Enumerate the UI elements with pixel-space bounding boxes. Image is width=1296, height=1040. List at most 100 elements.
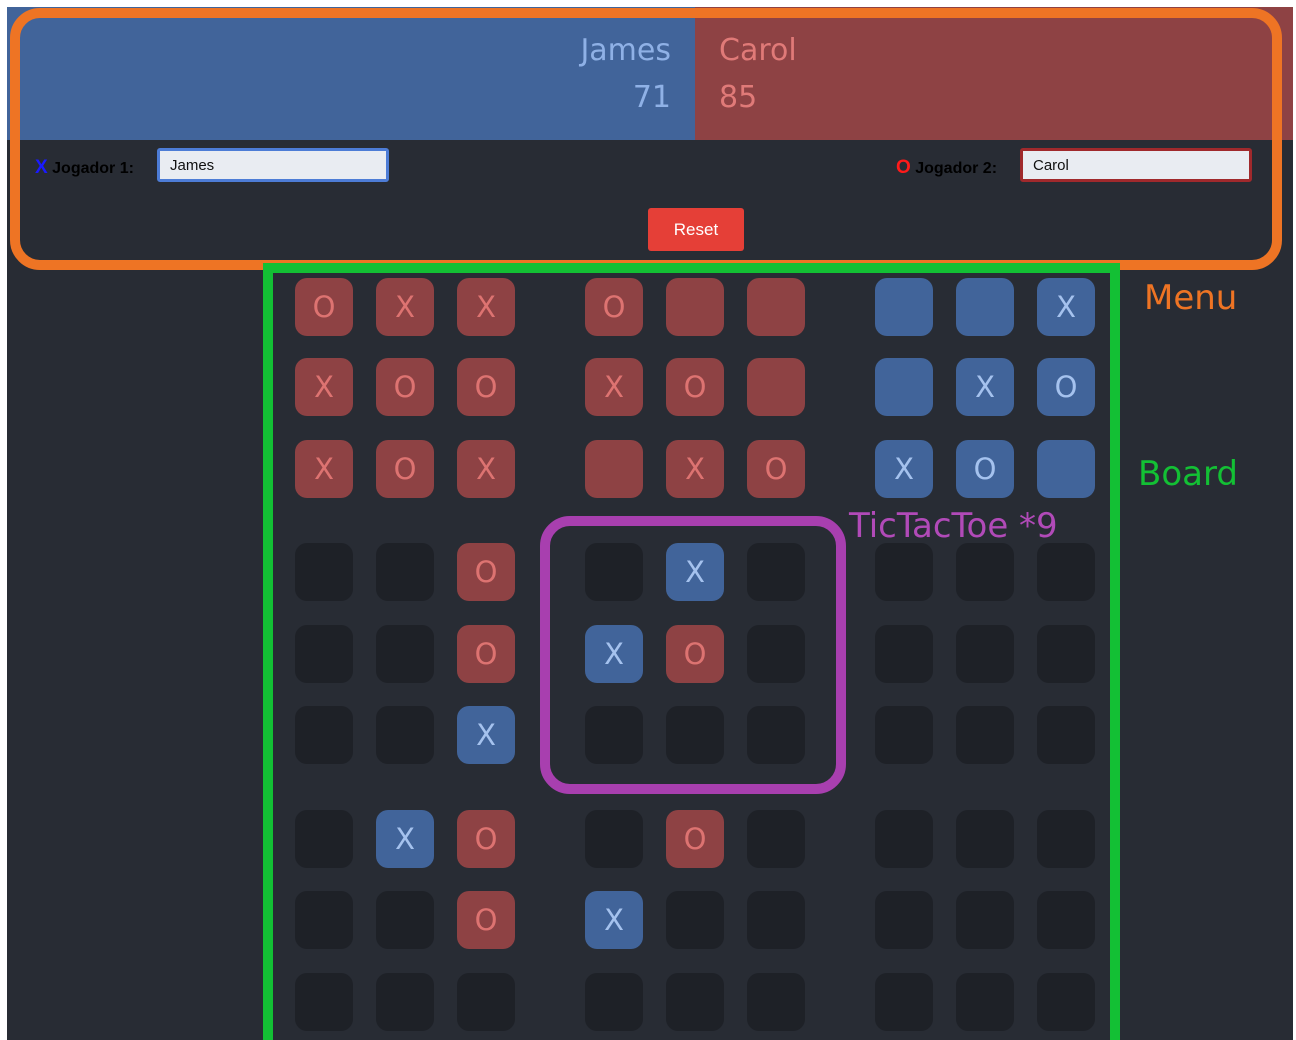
board-1-cell-2[interactable]: X [376, 278, 434, 336]
board-4-cell-9[interactable]: X [457, 706, 515, 764]
board-9-cell-1[interactable] [875, 810, 933, 868]
board-5-cell-7[interactable] [585, 706, 643, 764]
board-1-cell-9[interactable]: X [457, 440, 515, 498]
board-3-cell-7[interactable]: X [875, 440, 933, 498]
board-6-cell-8[interactable] [956, 706, 1014, 764]
board-4-cell-2[interactable] [376, 543, 434, 601]
board-1-cell-5[interactable]: O [376, 358, 434, 416]
board-9-cell-8[interactable] [956, 973, 1014, 1031]
board-1-cell-8[interactable]: O [376, 440, 434, 498]
board-4-cell-4[interactable] [295, 625, 353, 683]
o-mark-icon: O [896, 157, 911, 178]
board-9-cell-5[interactable] [956, 891, 1014, 949]
board-7-cell-5[interactable] [376, 891, 434, 949]
board-1-cell-4[interactable]: X [295, 358, 353, 416]
board-9-cell-3[interactable] [1037, 810, 1095, 868]
board-5-cell-1[interactable] [585, 543, 643, 601]
board-6-cell-5[interactable] [956, 625, 1014, 683]
board-8-cell-4[interactable]: X [585, 891, 643, 949]
board-2-cell-1[interactable]: O [585, 278, 643, 336]
board-3-cell-6[interactable]: O [1037, 358, 1095, 416]
board-9-cell-7[interactable] [875, 973, 933, 1031]
board-4-cell-5[interactable] [376, 625, 434, 683]
x-mark-icon: X [35, 157, 48, 178]
board-4-cell-8[interactable] [376, 706, 434, 764]
board-5-cell-6[interactable] [747, 625, 805, 683]
board-4-cell-1[interactable] [295, 543, 353, 601]
player-2-label: O Jogador 2: [896, 158, 997, 179]
board-8-cell-2[interactable]: O [666, 810, 724, 868]
player-1-name-input[interactable] [157, 148, 389, 182]
board-annotation-label: Board [1138, 454, 1238, 494]
board-5-cell-5[interactable]: O [666, 625, 724, 683]
player-2-label-text: Jogador 2: [915, 160, 998, 177]
board-6-cell-3[interactable] [1037, 543, 1095, 601]
player-1-label: X Jogador 1: [35, 158, 134, 179]
board-7-cell-7[interactable] [295, 973, 353, 1031]
board-2-cell-8[interactable]: X [666, 440, 724, 498]
app-root: James 71 Carol 85 X Jogador 1: O Jogador… [7, 7, 1293, 1040]
board-5-cell-4[interactable]: X [585, 625, 643, 683]
board-8-cell-8[interactable] [666, 973, 724, 1031]
board-3-cell-8[interactable]: O [956, 440, 1014, 498]
scoreboard-player-o: Carol 85 [695, 7, 1293, 140]
board-7-cell-8[interactable] [376, 973, 434, 1031]
board-9-cell-9[interactable] [1037, 973, 1095, 1031]
board-1-cell-6[interactable]: O [457, 358, 515, 416]
player-o-score: 85 [719, 80, 758, 115]
menu-annotation-label: Menu [1144, 278, 1238, 318]
player-2-name-input[interactable] [1020, 148, 1252, 182]
board-2-cell-6[interactable] [747, 358, 805, 416]
board-3-cell-5[interactable]: X [956, 358, 1014, 416]
board-2-cell-4[interactable]: X [585, 358, 643, 416]
board-6-cell-7[interactable] [875, 706, 933, 764]
board-5-cell-2[interactable]: X [666, 543, 724, 601]
board-4-cell-3[interactable]: O [457, 543, 515, 601]
board-3-cell-1[interactable] [875, 278, 933, 336]
board-2-cell-7[interactable] [585, 440, 643, 498]
board-6-cell-4[interactable] [875, 625, 933, 683]
board-6-cell-1[interactable] [875, 543, 933, 601]
board-7-cell-6[interactable]: O [457, 891, 515, 949]
board-7-cell-2[interactable]: X [376, 810, 434, 868]
board-9-cell-2[interactable] [956, 810, 1014, 868]
board-4-cell-6[interactable]: O [457, 625, 515, 683]
board-7-cell-3[interactable]: O [457, 810, 515, 868]
board-9-cell-4[interactable] [875, 891, 933, 949]
player-o-name: Carol [719, 33, 797, 68]
scoreboard-player-x: James 71 [7, 7, 695, 140]
board-8-cell-7[interactable] [585, 973, 643, 1031]
board-3-cell-4[interactable] [875, 358, 933, 416]
board-2-cell-9[interactable]: O [747, 440, 805, 498]
board-6-cell-2[interactable] [956, 543, 1014, 601]
board-2-cell-5[interactable]: O [666, 358, 724, 416]
reset-button[interactable]: Reset [648, 208, 744, 251]
board-3-cell-9[interactable] [1037, 440, 1095, 498]
board-6-cell-9[interactable] [1037, 706, 1095, 764]
board-1-cell-1[interactable]: O [295, 278, 353, 336]
board-7-cell-1[interactable] [295, 810, 353, 868]
board-6-cell-6[interactable] [1037, 625, 1095, 683]
board-3-cell-2[interactable] [956, 278, 1014, 336]
board-8-cell-3[interactable] [747, 810, 805, 868]
player-1-label-text: Jogador 1: [52, 160, 134, 177]
player-x-score: 71 [632, 80, 671, 115]
board-7-cell-4[interactable] [295, 891, 353, 949]
board-5-cell-9[interactable] [747, 706, 805, 764]
board-2-cell-3[interactable] [747, 278, 805, 336]
board-8-cell-6[interactable] [747, 891, 805, 949]
player-x-name: James [580, 33, 671, 68]
board-1-cell-7[interactable]: X [295, 440, 353, 498]
tictactoe-annotation-label: TicTacToe *9 [849, 506, 1058, 546]
board-7-cell-9[interactable] [457, 973, 515, 1031]
board-1-cell-3[interactable]: X [457, 278, 515, 336]
board-8-cell-9[interactable] [747, 973, 805, 1031]
board-3-cell-3[interactable]: X [1037, 278, 1095, 336]
board-8-cell-1[interactable] [585, 810, 643, 868]
board-9-cell-6[interactable] [1037, 891, 1095, 949]
board-5-cell-3[interactable] [747, 543, 805, 601]
board-2-cell-2[interactable] [666, 278, 724, 336]
board-8-cell-5[interactable] [666, 891, 724, 949]
board-5-cell-8[interactable] [666, 706, 724, 764]
board-4-cell-7[interactable] [295, 706, 353, 764]
